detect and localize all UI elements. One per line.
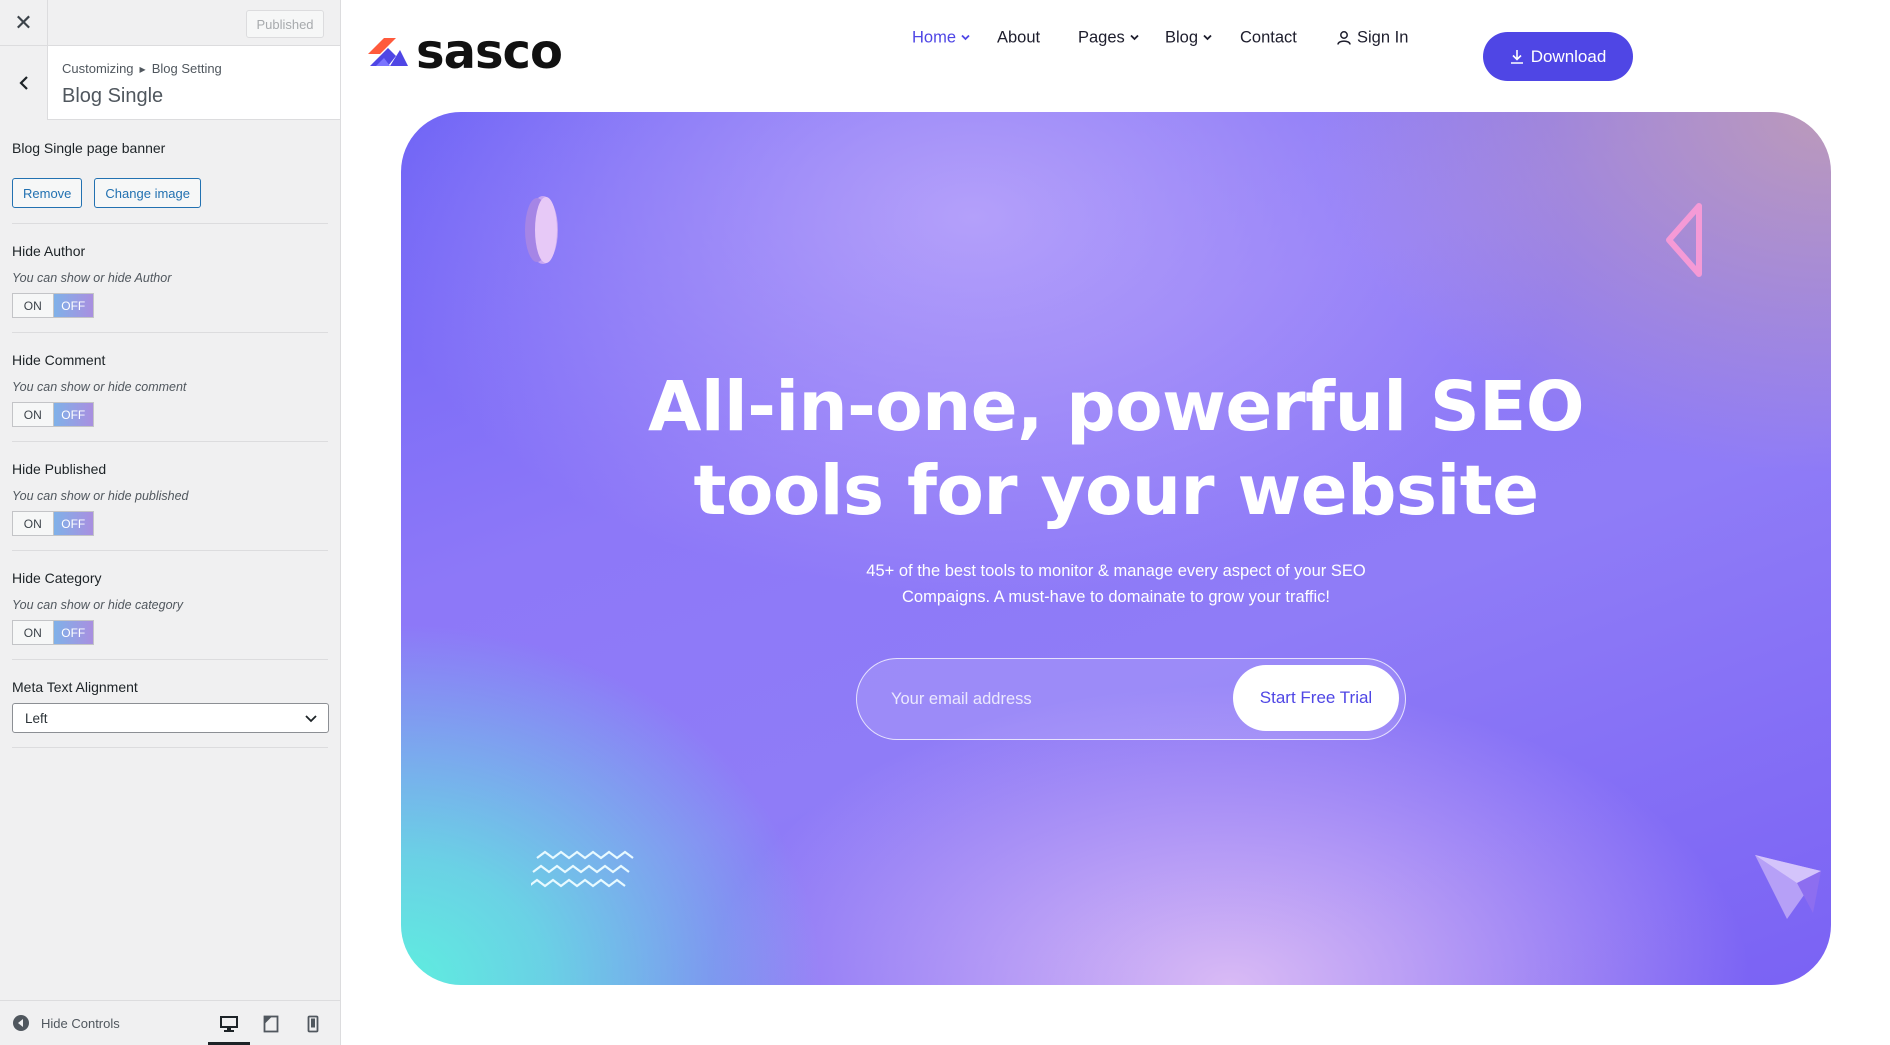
control-hide-published: Hide Published You can show or hide publ… bbox=[12, 442, 328, 551]
triangle-right-icon: ▶ bbox=[139, 65, 146, 74]
control-description: You can show or hide Author bbox=[12, 271, 172, 285]
nav-item-home[interactable]: Home bbox=[912, 28, 970, 47]
controls-panel: Blog Single page banner Remove Change im… bbox=[0, 140, 340, 748]
nav-item-about[interactable]: About bbox=[997, 28, 1040, 47]
toggle-on[interactable]: ON bbox=[13, 403, 54, 426]
control-title: Hide Comment bbox=[12, 352, 106, 368]
arrow-left-circle-icon bbox=[13, 1015, 29, 1031]
banner-label: Blog Single page banner bbox=[12, 140, 166, 156]
nav-label: About bbox=[997, 28, 1041, 46]
paper-plane-decoration bbox=[1755, 855, 1821, 919]
preview-mobile-button[interactable] bbox=[292, 1001, 334, 1045]
control-description: You can show or hide comment bbox=[12, 380, 187, 394]
control-title: Meta Text Alignment bbox=[12, 679, 138, 695]
chevron-left-icon bbox=[18, 76, 28, 90]
control-title: Hide Category bbox=[12, 570, 102, 586]
remove-button[interactable]: Remove bbox=[12, 178, 83, 208]
toggle-off[interactable]: OFF bbox=[53, 621, 93, 644]
signup-form: Start Free Trial bbox=[856, 658, 1406, 740]
control-title: Hide Author bbox=[12, 243, 86, 259]
desktop-icon bbox=[220, 1015, 238, 1032]
user-icon bbox=[1337, 30, 1351, 45]
toggle-hide-author[interactable]: ON OFF bbox=[12, 293, 94, 318]
triangle-outline-decoration bbox=[1666, 203, 1702, 277]
mobile-icon bbox=[307, 1015, 319, 1032]
toggle-off[interactable]: OFF bbox=[53, 512, 93, 535]
toggle-on[interactable]: ON bbox=[13, 512, 54, 535]
site-logo[interactable]: sasco bbox=[366, 24, 563, 80]
published-button[interactable]: Published bbox=[246, 10, 324, 38]
customizer-top-bar: ✕ Published bbox=[0, 0, 340, 46]
hero-subtitle: 45+ of the best tools to monitor & manag… bbox=[401, 558, 1831, 610]
toggle-off[interactable]: OFF bbox=[53, 403, 93, 426]
toggle-on[interactable]: ON bbox=[13, 294, 54, 317]
site-preview: sasco Home About Pages Blog Contact Sign… bbox=[341, 0, 1890, 1045]
close-icon[interactable]: ✕ bbox=[0, 0, 48, 46]
alignment-select[interactable]: Left bbox=[12, 703, 329, 733]
chevron-down-icon bbox=[1130, 34, 1139, 41]
nav-item-pages[interactable]: Pages bbox=[1078, 28, 1139, 47]
nav-item-contact[interactable]: Contact bbox=[1240, 28, 1297, 47]
hero-title-line: tools for your website bbox=[693, 451, 1540, 531]
hero-banner: All-in-one, powerful SEO tools for your … bbox=[401, 112, 1831, 985]
hero-title-line: All-in-one, powerful SEO bbox=[648, 367, 1584, 447]
chevron-down-icon bbox=[305, 715, 317, 723]
control-meta-alignment: Meta Text Alignment Left bbox=[12, 660, 329, 748]
hide-controls-label: Hide Controls bbox=[41, 1015, 120, 1031]
hero-subtitle-line: Compaigns. A must-have to domainate to g… bbox=[902, 588, 1330, 606]
breadcrumb-root: Customizing bbox=[62, 61, 134, 76]
toggle-off[interactable]: OFF bbox=[53, 294, 93, 317]
breadcrumb: Customizing ▶ Blog Setting bbox=[62, 61, 222, 76]
control-description: You can show or hide category bbox=[12, 598, 183, 612]
control-title: Hide Published bbox=[12, 461, 107, 477]
start-free-trial-button[interactable]: Start Free Trial bbox=[1233, 665, 1399, 731]
device-switcher bbox=[208, 1001, 334, 1045]
pill-shape-decoration bbox=[525, 196, 558, 264]
chevron-down-icon bbox=[1203, 34, 1212, 41]
back-button[interactable] bbox=[0, 46, 48, 120]
section-title: Blog Single bbox=[62, 85, 164, 107]
control-hide-comment: Hide Comment You can show or hide commen… bbox=[12, 333, 328, 442]
preview-tablet-button[interactable] bbox=[250, 1001, 292, 1045]
nav-label: Home bbox=[912, 28, 957, 46]
select-value: Left bbox=[25, 710, 48, 726]
section-header: Customizing ▶ Blog Setting Blog Single bbox=[0, 46, 340, 120]
toggle-on[interactable]: ON bbox=[13, 621, 54, 644]
nav-label: Contact bbox=[1240, 28, 1297, 46]
control-hide-category: Hide Category You can show or hide categ… bbox=[12, 551, 328, 660]
breadcrumb-parent: Blog Setting bbox=[151, 61, 222, 76]
hide-controls-button[interactable]: Hide Controls bbox=[13, 1015, 120, 1031]
change-image-button[interactable]: Change image bbox=[94, 178, 201, 208]
nav-item-blog[interactable]: Blog bbox=[1165, 28, 1212, 47]
customizer-footer: Hide Controls bbox=[0, 1000, 340, 1045]
toggle-hide-published[interactable]: ON OFF bbox=[12, 511, 94, 536]
nav-label: Blog bbox=[1165, 28, 1199, 46]
email-input[interactable] bbox=[891, 659, 1221, 739]
control-description: You can show or hide published bbox=[12, 489, 189, 503]
nav-label: Pages bbox=[1078, 28, 1125, 46]
zigzag-decoration bbox=[531, 850, 634, 888]
chevron-down-icon bbox=[961, 34, 970, 41]
toggle-hide-comment[interactable]: ON OFF bbox=[12, 402, 94, 427]
hero-heading: All-in-one, powerful SEO tools for your … bbox=[401, 365, 1831, 533]
customizer-sidebar: ✕ Published Customizing ▶ Blog Setting Blo… bbox=[0, 0, 341, 1045]
download-button[interactable]: Download bbox=[1483, 32, 1633, 81]
sasco-logo-icon bbox=[368, 38, 408, 66]
banner-buttons: Remove Change image bbox=[12, 178, 328, 224]
hero-subtitle-line: 45+ of the best tools to monitor & manag… bbox=[866, 562, 1366, 580]
preview-desktop-button[interactable] bbox=[208, 1001, 250, 1045]
download-label: Download bbox=[1530, 46, 1607, 66]
sign-in-label: Sign In bbox=[1357, 28, 1409, 46]
toggle-hide-category[interactable]: ON OFF bbox=[12, 620, 94, 645]
logo-text: sasco bbox=[416, 24, 563, 80]
sign-in-link[interactable]: Sign In bbox=[1337, 28, 1408, 47]
control-hide-author: Hide Author You can show or hide Author … bbox=[12, 224, 328, 333]
download-icon bbox=[1510, 50, 1523, 64]
tablet-icon bbox=[263, 1015, 279, 1032]
